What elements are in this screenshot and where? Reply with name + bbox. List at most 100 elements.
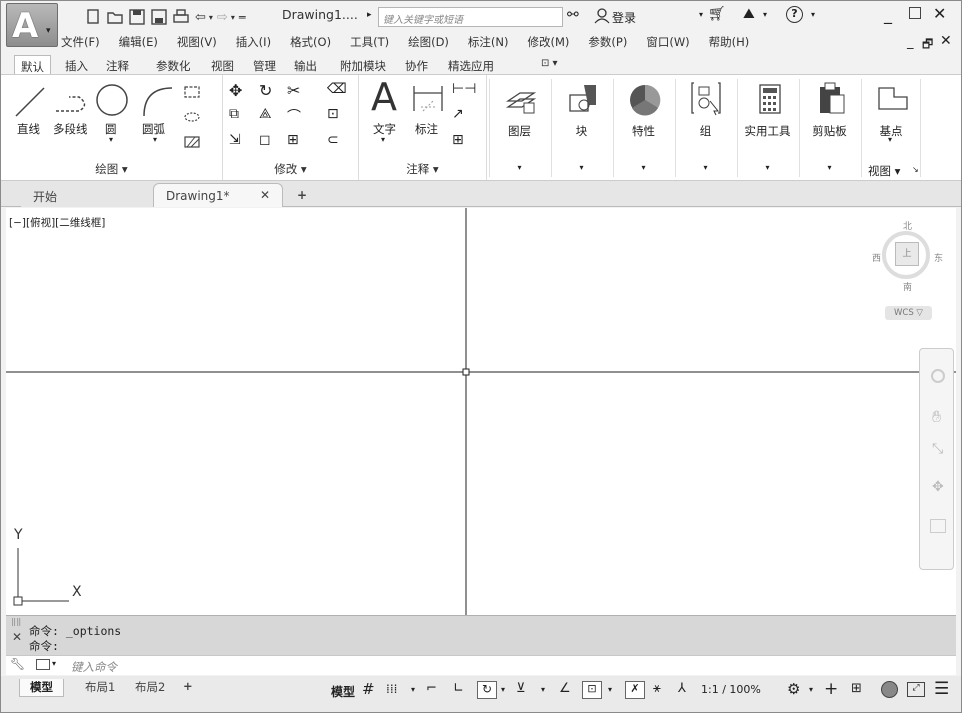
annotation-scale-value[interactable]: 1:1 / 100% <box>701 683 761 696</box>
trim-icon[interactable]: ✂ <box>287 81 300 100</box>
drawing-canvas[interactable]: Y X 北 西 东 南 上 WCS ▽ ✋︎ ⤡ ✥ <box>6 208 956 615</box>
clean-screen-icon[interactable]: ⤢ <box>907 682 925 697</box>
units-icon[interactable]: ⊞ <box>851 681 862 696</box>
panel-expand-icon[interactable]: ↘ <box>912 165 919 174</box>
tab-parametric[interactable]: 参数化 <box>156 55 191 74</box>
auto-scale-icon[interactable]: ⚹ <box>653 681 661 696</box>
snap-dropdown-icon[interactable]: ▾ <box>411 685 415 694</box>
recent-commands-dropdown-icon[interactable]: ▾ <box>52 659 56 668</box>
text-dropdown-icon[interactable]: ▾ <box>381 135 385 144</box>
cart-icon[interactable]: 🛒︎ <box>708 6 726 22</box>
polar-tracking-icon[interactable]: ↻ <box>477 681 497 699</box>
tab-manage[interactable]: 管理 <box>253 55 276 74</box>
array-icon[interactable]: ⊞ <box>287 132 299 148</box>
layout2-tab[interactable]: 布局2 <box>129 679 171 697</box>
menu-help[interactable]: 帮助(H) <box>709 34 750 52</box>
redo-icon[interactable]: ⇨ <box>217 10 228 25</box>
menu-tools[interactable]: 工具(T) <box>350 34 389 52</box>
copy-icon[interactable]: ⧉ <box>229 106 239 122</box>
utilities-tile[interactable]: 实用工具 ▾ <box>737 79 797 177</box>
fillet-icon[interactable]: ⌒ <box>287 106 301 126</box>
infer-constraints-icon[interactable]: ⌐ <box>426 681 437 696</box>
block-dropdown-icon[interactable]: ▾ <box>552 163 611 172</box>
utilities-dropdown-icon[interactable]: ▾ <box>738 163 797 172</box>
leader-icon[interactable]: ↗ <box>452 106 464 122</box>
view-tile[interactable]: 基点 ▾ 视图 ▾ ↘ <box>861 79 921 178</box>
open-folder-icon[interactable] <box>107 9 123 25</box>
close-tab-icon[interactable]: ✕ <box>260 188 270 202</box>
tab-output[interactable]: 输出 <box>294 55 317 74</box>
model-space-button[interactable]: 模型 <box>331 683 355 700</box>
annotation-monitor-icon[interactable]: + <box>824 679 838 699</box>
ellipse-icon[interactable] <box>183 110 201 124</box>
a360-icon[interactable]: ⛰ <box>743 6 755 22</box>
rotate-icon[interactable]: ↻ <box>259 81 272 100</box>
annotation-scale-icon[interactable]: ⅄ <box>678 681 686 696</box>
customize-qat-icon[interactable]: ═ <box>239 11 246 24</box>
model-layout-tab[interactable]: 模型 <box>19 679 64 697</box>
menu-format[interactable]: 格式(O) <box>290 34 331 52</box>
clipboard-dropdown-icon[interactable]: ▾ <box>800 163 859 172</box>
new-layout-button[interactable]: + <box>183 679 193 697</box>
ribbon-minimize-icon[interactable]: ⊡ ▾ <box>541 55 558 74</box>
new-tab-button[interactable]: + <box>285 183 319 207</box>
annotation-panel-label[interactable]: 注释 ▾ <box>359 161 486 177</box>
properties-tile[interactable]: 特性 ▾ <box>613 79 673 177</box>
search-expand-icon[interactable]: ▸ <box>367 10 372 20</box>
line-icon[interactable] <box>13 85 47 119</box>
customize-wrench-icon[interactable]: 🔧︎ <box>10 657 25 671</box>
isodraft-icon[interactable]: ⊻ <box>516 681 526 696</box>
layers-dropdown-icon[interactable]: ▾ <box>490 163 549 172</box>
save-icon[interactable] <box>129 9 145 25</box>
redo-dropdown-icon[interactable]: ▾ <box>231 13 235 22</box>
block-tile[interactable]: 块 ▾ <box>551 79 611 177</box>
erase-icon[interactable]: ⌫ <box>327 81 347 97</box>
menu-parametric[interactable]: 参数(P) <box>588 34 627 52</box>
circle-dropdown-icon[interactable]: ▾ <box>109 135 113 144</box>
steering-wheel-icon[interactable] <box>931 369 945 383</box>
minimize-icon[interactable]: _ <box>884 5 892 24</box>
menu-edit[interactable]: 编辑(E) <box>119 34 158 52</box>
modify-panel-label[interactable]: 修改 ▾ <box>223 161 358 177</box>
clipboard-tile[interactable]: 剪贴板 ▾ <box>799 79 859 177</box>
linear-dim-icon[interactable]: ⊢⊣ <box>452 81 476 97</box>
grid-icon[interactable]: # <box>362 680 375 698</box>
undo-icon[interactable]: ⇦ <box>195 10 206 25</box>
command-input-bar[interactable]: 🔧︎ ▾ 键入命令 <box>6 655 956 675</box>
hatch-icon[interactable] <box>183 135 201 149</box>
login-dropdown-icon[interactable]: ▾ <box>699 10 703 19</box>
mirror-icon[interactable]: ⟁ <box>259 106 272 122</box>
isolate-objects-icon[interactable] <box>881 681 898 698</box>
search-input[interactable]: 键入关键字或短语 <box>378 7 563 27</box>
doc-close-icon[interactable]: ✕ <box>940 33 952 49</box>
binoculars-icon[interactable]: ⚯ <box>567 7 579 23</box>
base-view-dropdown-icon[interactable]: ▾ <box>888 135 892 144</box>
menu-file[interactable]: 文件(F) <box>61 34 100 52</box>
table-icon[interactable]: ⊞ <box>452 132 464 148</box>
command-input[interactable]: 键入命令 <box>71 659 117 675</box>
help-icon[interactable]: ? <box>786 6 803 23</box>
tab-view[interactable]: 视图 <box>211 55 234 74</box>
viewcube-top-face[interactable]: 上 <box>895 242 919 266</box>
application-menu-button[interactable]: A ▾ <box>6 3 58 47</box>
maximize-icon[interactable] <box>909 7 921 19</box>
viewport-controls[interactable]: [−][俯视][二维线框] <box>9 215 105 230</box>
polyline-icon[interactable] <box>53 85 93 119</box>
group-tile[interactable]: 组 ▾ <box>675 79 735 177</box>
ortho-icon[interactable]: ∟ <box>453 681 464 696</box>
stretch-icon[interactable]: ⇲ <box>229 132 241 148</box>
start-tab[interactable]: 开始 <box>21 183 156 207</box>
close-window-icon[interactable]: ✕ <box>933 4 946 23</box>
isodraft-dropdown-icon[interactable]: ▾ <box>541 685 545 694</box>
grip-icon[interactable]: ⣿⣿ <box>11 618 21 626</box>
menu-view[interactable]: 视图(V) <box>177 34 217 52</box>
menu-insert[interactable]: 插入(I) <box>236 34 271 52</box>
menu-draw[interactable]: 绘图(D) <box>408 34 449 52</box>
arc-icon[interactable] <box>139 83 175 119</box>
close-command-icon[interactable]: ✕ <box>12 630 22 644</box>
a360-dropdown-icon[interactable]: ▾ <box>763 10 767 19</box>
rectangle-icon[interactable] <box>183 85 201 99</box>
doc-restore-icon[interactable]: 🗗︎ <box>922 35 933 56</box>
move-icon[interactable]: ✥ <box>229 81 242 100</box>
wcs-menu[interactable]: WCS ▽ <box>885 306 932 320</box>
